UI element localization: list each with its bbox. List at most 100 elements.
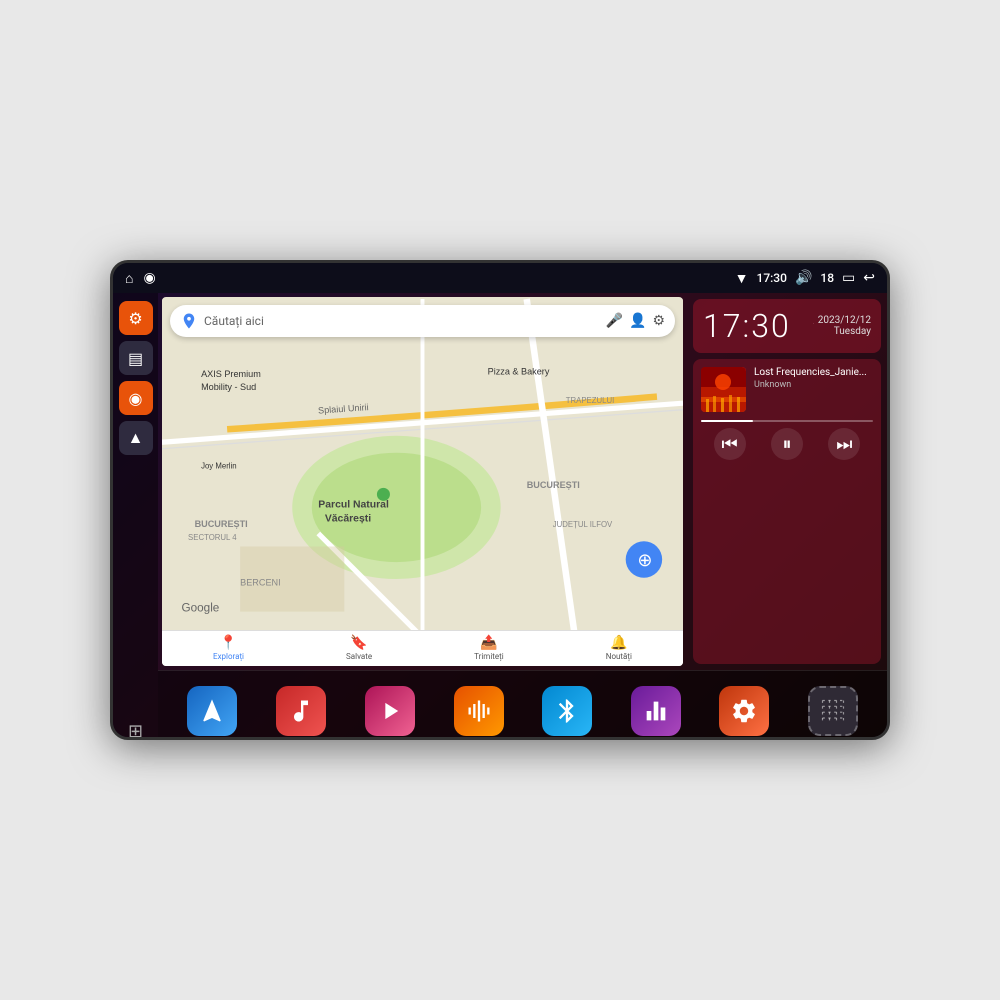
- maps-sidebar-icon: ◉: [129, 389, 143, 408]
- music-player-icon-bg: [276, 686, 326, 736]
- music-artist: Unknown: [754, 380, 873, 390]
- add-icon-bg: [808, 686, 858, 736]
- map-user-icon[interactable]: 👤: [629, 313, 646, 329]
- map-nav-explore[interactable]: 📍 Explorați: [213, 635, 244, 661]
- nav-icon: ▲: [128, 428, 144, 448]
- clock-day: Tuesday: [818, 326, 871, 337]
- explore-label: Explorați: [213, 652, 244, 661]
- status-bar: ⌂ ◉ ▼ 17:30 🔊 18 ▭ ↩: [113, 263, 887, 293]
- map-mic-icon[interactable]: 🎤: [606, 313, 623, 329]
- saved-icon: 🔖: [350, 635, 367, 651]
- right-panel: 17:30 2023/12/12 Tuesday: [687, 293, 887, 670]
- svg-text:⊕: ⊕: [637, 549, 652, 570]
- app-navi[interactable]: Navi: [187, 686, 237, 740]
- radio-icon-bg: [454, 686, 504, 736]
- clock-date: 2023/12/12: [818, 315, 871, 326]
- sidebar-maps-button[interactable]: ◉: [119, 381, 153, 415]
- sidebar-settings-button[interactable]: ⚙: [119, 301, 153, 335]
- app-music-player[interactable]: Music Player: [276, 686, 327, 740]
- svg-text:Văcărești: Văcărești: [325, 514, 371, 525]
- bluetooth-icon-bg: [542, 686, 592, 736]
- google-maps-icon: [180, 312, 198, 330]
- main-area: ⚙ ▤ ◉ ▲ ⊞: [113, 293, 887, 740]
- sidebar-files-button[interactable]: ▤: [119, 341, 153, 375]
- svg-text:JUDEȚUL ILFOV: JUDEȚUL ILFOV: [553, 520, 613, 529]
- add-svg: [819, 697, 847, 725]
- svg-text:AXIS Premium: AXIS Premium: [201, 369, 261, 379]
- video-player-icon-bg: [365, 686, 415, 736]
- back-icon[interactable]: ↩: [863, 270, 875, 286]
- svg-text:TRAPEZULUI: TRAPEZULUI: [566, 396, 615, 405]
- map-nav-saved[interactable]: 🔖 Salvate: [346, 635, 372, 661]
- content-area: Căutați aici 🎤 👤 ⚙: [158, 293, 887, 740]
- news-icon: 🔔: [610, 635, 627, 651]
- clock-date-info: 2023/12/12 Tuesday: [818, 315, 871, 337]
- sidebar-nav-button[interactable]: ▲: [119, 421, 153, 455]
- settings-svg: [730, 697, 758, 725]
- prev-icon: ⏮: [722, 434, 738, 455]
- svg-text:BERCENI: BERCENI: [240, 578, 281, 588]
- map-gear-icon[interactable]: ⚙: [652, 313, 665, 329]
- svg-text:BUCUREȘTI: BUCUREȘTI: [527, 480, 580, 490]
- navi-icon: [187, 686, 237, 736]
- map-search-bar[interactable]: Căutați aici 🎤 👤 ⚙: [170, 305, 675, 337]
- svg-text:Google: Google: [182, 602, 220, 615]
- music-pause-button[interactable]: ⏸: [771, 428, 803, 460]
- svg-text:Mobility - Sud: Mobility - Sud: [201, 382, 256, 392]
- top-row: Căutați aici 🎤 👤 ⚙: [158, 293, 887, 670]
- music-progress-bar[interactable]: [701, 420, 873, 422]
- map-view: Splaiul Unirii BUCUREȘTI SECTORUL 4 BUCU…: [162, 297, 683, 666]
- radio-svg: [465, 697, 493, 725]
- svg-text:SECTORUL 4: SECTORUL 4: [188, 533, 237, 542]
- home-icon[interactable]: ⌂: [125, 270, 133, 287]
- volume-icon[interactable]: 🔊: [795, 270, 812, 286]
- music-text: Lost Frequencies_Janie... Unknown: [754, 367, 873, 412]
- map-nav-send[interactable]: 📤 Trimiteți: [474, 635, 504, 661]
- equalizer-icon-bg: [631, 686, 681, 736]
- wifi-icon: ▼: [735, 270, 749, 287]
- app-video-player[interactable]: Video Player: [365, 686, 415, 740]
- send-icon: 📤: [480, 635, 497, 651]
- send-label: Trimiteți: [474, 652, 504, 661]
- music-prev-button[interactable]: ⏮: [714, 428, 746, 460]
- status-left-icons: ⌂ ◉: [125, 270, 156, 287]
- news-label: Noutăți: [606, 652, 632, 661]
- pause-icon: ⏸: [782, 434, 791, 455]
- app-bluetooth[interactable]: Bluetooth: [542, 686, 592, 740]
- map-nav-news[interactable]: 🔔 Noutăți: [606, 635, 632, 661]
- battery-icon: ▭: [842, 270, 855, 286]
- app-grid-row: Navi Music Player: [158, 670, 887, 740]
- album-art: [701, 367, 746, 412]
- music-progress-fill: [701, 420, 753, 422]
- next-icon: ⏭: [836, 434, 852, 455]
- status-right-icons: ▼ 17:30 🔊 18 ▭ ↩: [735, 270, 875, 287]
- app-settings[interactable]: Settings: [719, 686, 769, 740]
- svg-text:BUCUREȘTI: BUCUREȘTI: [195, 519, 248, 529]
- app-add[interactable]: add: [808, 686, 858, 740]
- navi-svg: [198, 697, 226, 725]
- app-radio[interactable]: radio: [454, 686, 504, 740]
- saved-label: Salvate: [346, 652, 372, 661]
- music-info-row: Lost Frequencies_Janie... Unknown: [701, 367, 873, 412]
- map-search-text: Căutați aici: [204, 314, 600, 328]
- map-panel[interactable]: Căutați aici 🎤 👤 ⚙: [162, 297, 683, 666]
- settings-icon-bg: [719, 686, 769, 736]
- music-next-button[interactable]: ⏭: [828, 428, 860, 460]
- music-title: Lost Frequencies_Janie...: [754, 367, 873, 378]
- equalizer-svg: [642, 697, 670, 725]
- clock-time: 17:30: [703, 307, 791, 345]
- battery-level: 18: [820, 271, 834, 285]
- svg-text:Pizza & Bakery: Pizza & Bakery: [488, 367, 550, 377]
- sidebar-grid-button[interactable]: ⊞: [119, 715, 153, 740]
- album-art-image: [701, 367, 746, 412]
- clock-widget: 17:30 2023/12/12 Tuesday: [693, 299, 881, 353]
- explore-icon: 📍: [220, 635, 237, 651]
- svg-text:Joy Merlin: Joy Merlin: [201, 461, 237, 470]
- status-time: 17:30: [757, 271, 787, 285]
- video-player-svg: [376, 697, 404, 725]
- maps-nav-icon[interactable]: ◉: [143, 270, 155, 286]
- grid-icon: ⊞: [128, 721, 143, 740]
- left-sidebar: ⚙ ▤ ◉ ▲ ⊞: [113, 293, 158, 740]
- app-equalizer[interactable]: Equalizer: [631, 686, 681, 740]
- device-shell: ⌂ ◉ ▼ 17:30 🔊 18 ▭ ↩ ⚙ ▤ ◉: [110, 260, 890, 740]
